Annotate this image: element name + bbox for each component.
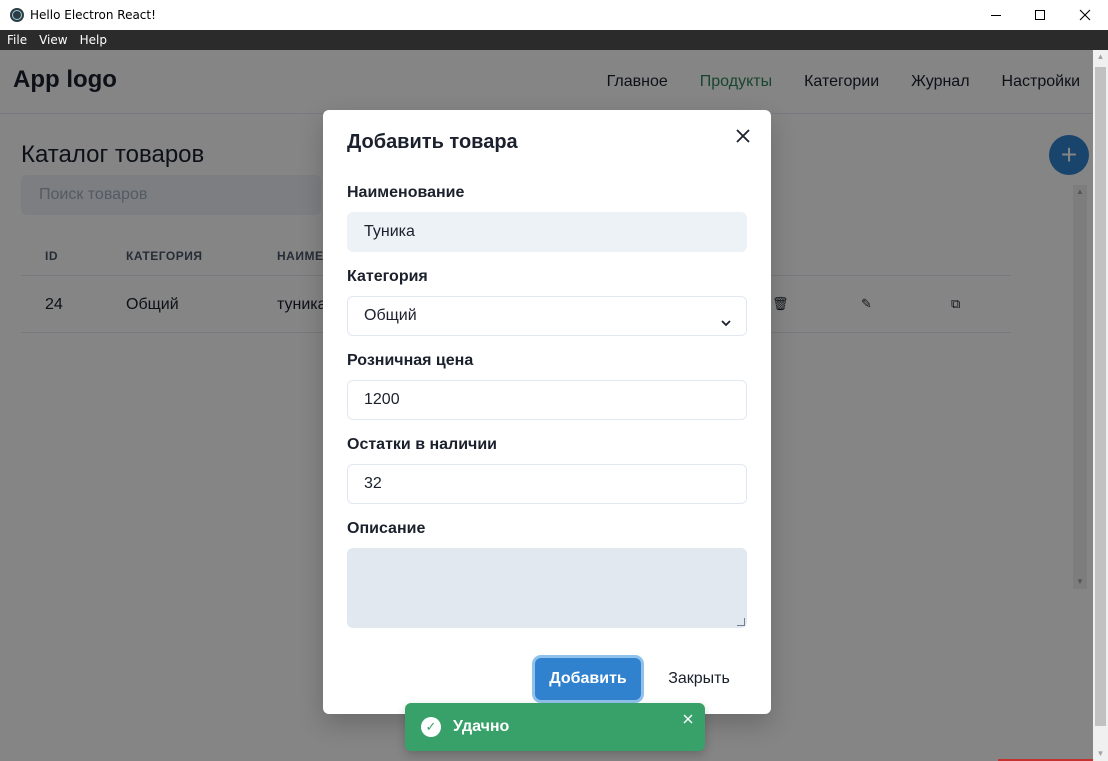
price-input[interactable]: 1200 <box>347 380 747 420</box>
resize-handle-icon[interactable] <box>737 618 745 626</box>
chevron-down-icon <box>720 305 732 343</box>
close-button[interactable]: Закрыть <box>653 658 745 700</box>
menu-help[interactable]: Help <box>74 30 113 50</box>
menubar: File View Help <box>0 30 1108 50</box>
close-icon <box>683 714 693 724</box>
window-scrollbar[interactable]: ▲ ▼ <box>1093 50 1108 761</box>
window-close-button[interactable] <box>1062 0 1108 30</box>
modal-close-button[interactable] <box>731 124 755 148</box>
window-titlebar: Hello Electron React! <box>0 0 1108 30</box>
menu-file[interactable]: File <box>0 30 33 50</box>
check-circle-icon: ✓ <box>421 717 441 737</box>
scrollbar-thumb[interactable] <box>1095 67 1106 726</box>
window-title: Hello Electron React! <box>30 8 156 22</box>
category-label: Категория <box>347 268 428 285</box>
close-icon <box>736 129 750 143</box>
name-input[interactable]: Туника <box>347 212 747 252</box>
maximize-icon <box>1035 10 1045 20</box>
add-product-modal: Добавить товара Наименование Туника Кате… <box>323 110 771 714</box>
description-textarea[interactable] <box>347 548 747 628</box>
category-select[interactable]: Общий <box>347 296 747 336</box>
scroll-down-icon[interactable]: ▼ <box>1093 747 1108 761</box>
modal-title: Добавить товара <box>347 131 518 153</box>
toast-message: Удачно <box>453 718 510 735</box>
description-label: Описание <box>347 520 426 537</box>
minimize-icon <box>991 14 1001 16</box>
submit-button[interactable]: Добавить <box>535 658 641 700</box>
stock-input[interactable]: 32 <box>347 464 747 504</box>
category-select-value: Общий <box>364 307 417 324</box>
stock-label: Остатки в наличии <box>347 436 498 453</box>
scroll-up-icon[interactable]: ▲ <box>1093 50 1108 64</box>
close-icon <box>1079 9 1091 21</box>
success-toast: ✓ Удачно <box>405 703 705 751</box>
electron-app-icon <box>10 8 24 22</box>
toast-close-button[interactable] <box>683 711 693 727</box>
menu-view[interactable]: View <box>33 30 73 50</box>
name-label: Наименование <box>347 184 465 201</box>
price-label: Розничная цена <box>347 352 474 369</box>
maximize-button[interactable] <box>1017 0 1063 30</box>
minimize-button[interactable] <box>973 0 1019 30</box>
